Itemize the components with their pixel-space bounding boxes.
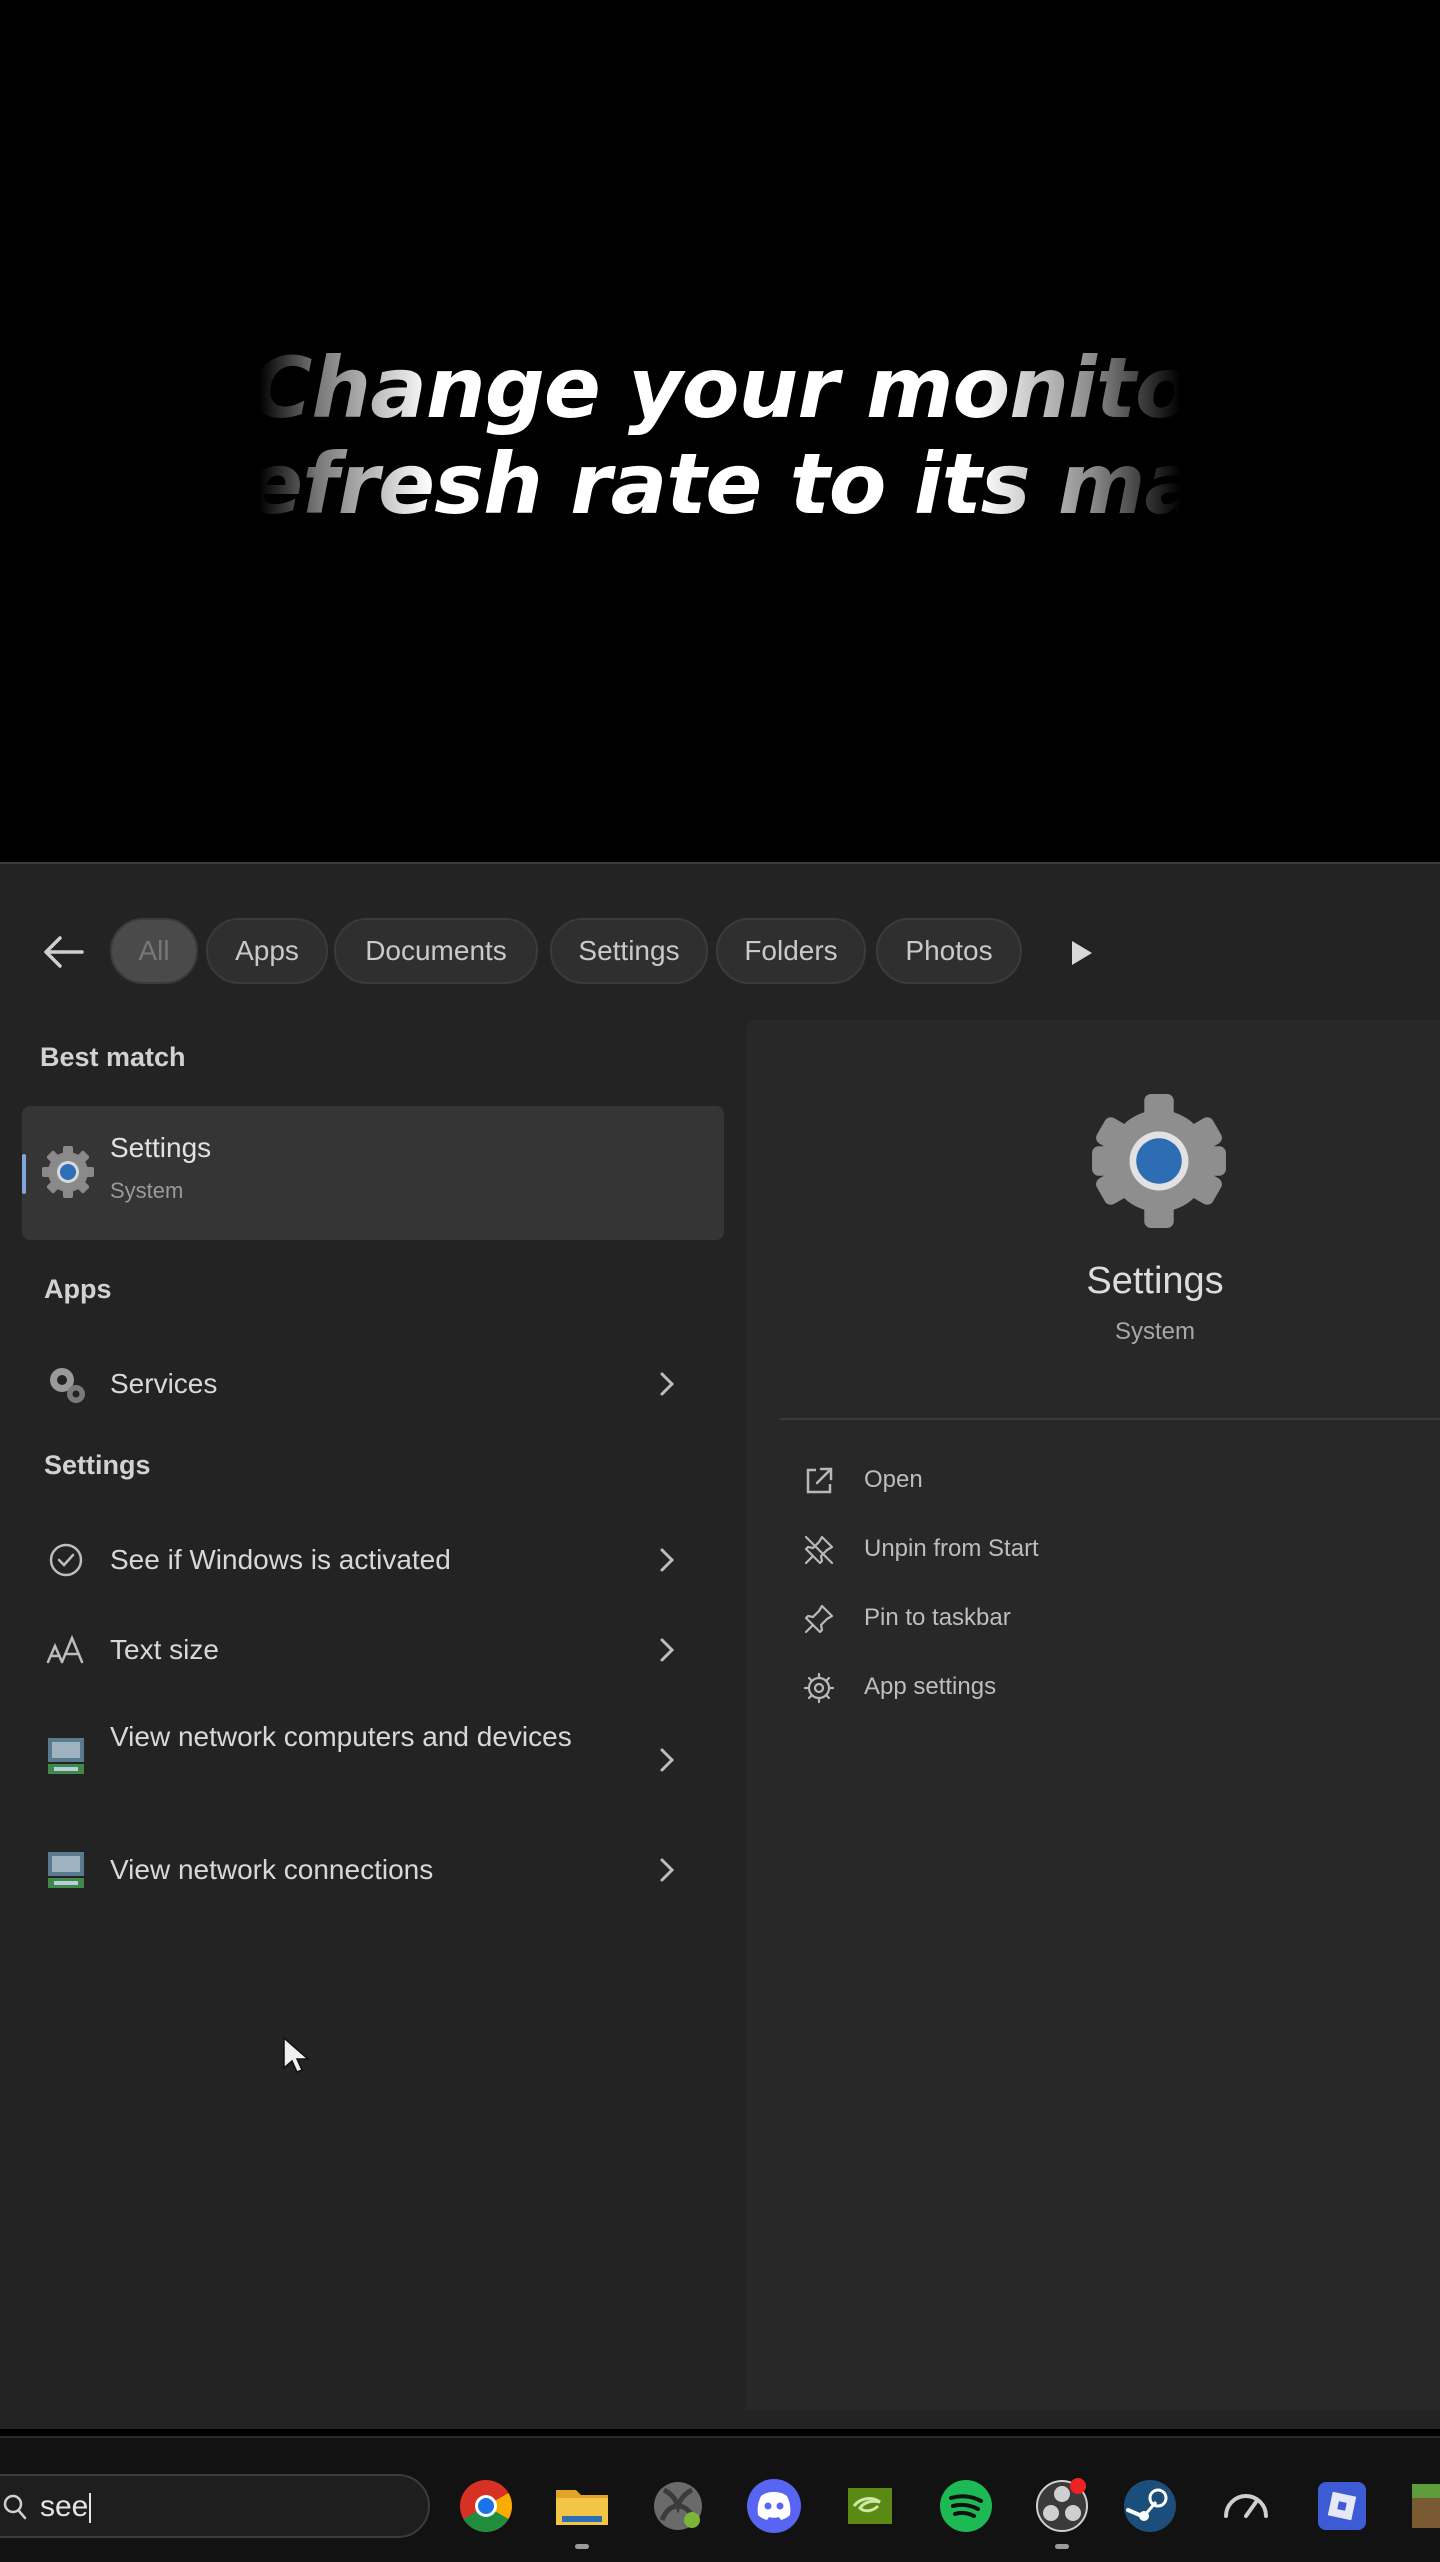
settings-item-label: View network computers and devices — [110, 1721, 572, 1752]
taskbar: see — [0, 2436, 1440, 2562]
settings-item-label: View network connections — [110, 1854, 434, 1885]
settings-item-text-size[interactable]: Text size — [22, 1618, 724, 1682]
filter-documents[interactable]: Documents — [334, 918, 538, 984]
steam-icon[interactable] — [1120, 2476, 1180, 2536]
app-item-label: Services — [110, 1368, 218, 1399]
settings-gear-icon — [42, 1146, 94, 1198]
action-pin-to-taskbar[interactable]: Pin to taskbar — [802, 1598, 1102, 1642]
text-size-icon — [46, 1634, 84, 1664]
settings-item-label: See if Windows is activated — [110, 1544, 451, 1575]
search-icon — [3, 2494, 27, 2520]
filter-bar: All Apps Documents Settings Folders Phot… — [0, 916, 1440, 988]
taskbar-search-input[interactable]: see — [0, 2474, 430, 2538]
running-indicator — [575, 2544, 589, 2549]
action-label: Unpin from Start — [864, 1535, 1039, 1562]
text-caret — [89, 2493, 92, 2524]
open-external-icon — [806, 1467, 833, 1494]
apps-heading: Apps — [44, 1274, 112, 1304]
chevron-right-icon — [660, 1372, 675, 1396]
action-app-settings[interactable]: App settings — [802, 1667, 1102, 1711]
preview-app-name: Settings — [1086, 1260, 1224, 1302]
minecraft-icon[interactable] — [1408, 2476, 1440, 2536]
roblox-icon[interactable] — [1312, 2476, 1372, 2536]
best-match-name: Settings — [110, 1132, 212, 1163]
action-open[interactable]: Open — [802, 1460, 1102, 1504]
xbox-icon[interactable] — [648, 2476, 708, 2536]
file-explorer-icon[interactable] — [552, 2476, 612, 2536]
speedometer-icon[interactable] — [1216, 2476, 1276, 2536]
best-match-heading: Best match — [40, 1042, 186, 1072]
gear-outline-icon — [803, 1672, 835, 1704]
search-text: see — [40, 2490, 92, 2524]
action-label: App settings — [864, 1673, 997, 1700]
app-item-services[interactable]: Services — [22, 1352, 724, 1416]
network-connections-icon — [48, 1852, 84, 1888]
nvidia-icon[interactable] — [840, 2476, 900, 2536]
settings-item-network-connections[interactable]: View network connections — [22, 1838, 724, 1902]
chrome-icon[interactable] — [456, 2476, 516, 2536]
settings-item-network-computers[interactable]: View network computers and devices — [22, 1710, 724, 1810]
action-unpin-from-start[interactable]: Unpin from Start — [802, 1529, 1102, 1573]
action-label: Open — [864, 1466, 923, 1493]
network-computers-icon — [48, 1738, 84, 1774]
filter-settings[interactable]: Settings — [550, 918, 708, 984]
back-arrow-icon[interactable] — [42, 934, 86, 970]
best-match-subtitle: System — [110, 1178, 184, 1203]
services-gear-icon — [50, 1368, 85, 1403]
preview-divider — [780, 1418, 1440, 1420]
check-circle-icon — [49, 1543, 83, 1577]
chevron-right-icon — [660, 1548, 675, 1572]
chevron-right-icon — [660, 1638, 675, 1662]
discord-icon[interactable] — [744, 2476, 804, 2536]
filter-all[interactable]: All — [110, 918, 198, 984]
settings-gear-icon — [1092, 1094, 1226, 1228]
best-match-item[interactable]: Settings System — [22, 1106, 724, 1240]
video-caption: 1. Change your monitor's Refresh rate to… — [0, 340, 1440, 532]
filter-folders[interactable]: Folders — [716, 918, 866, 984]
caption-line-1: 1. Change your monitor's — [134, 339, 1306, 437]
settings-item-windows-activated[interactable]: See if Windows is activated — [22, 1528, 724, 1592]
chevron-right-icon — [660, 1858, 675, 1882]
start-search-panel: All Apps Documents Settings Folders Phot… — [0, 862, 1440, 2429]
settings-heading: Settings — [44, 1450, 151, 1480]
action-label: Pin to taskbar — [864, 1604, 1011, 1631]
more-filters-arrow-icon[interactable] — [1068, 938, 1096, 968]
running-indicator — [1055, 2544, 1069, 2549]
settings-item-label: Text size — [110, 1634, 219, 1665]
preview-app-subtitle: System — [1114, 1318, 1195, 1345]
selection-indicator — [22, 1154, 26, 1194]
unpin-icon — [804, 1535, 834, 1565]
pin-icon — [804, 1604, 834, 1634]
filter-photos[interactable]: Photos — [876, 918, 1022, 984]
spotify-icon[interactable] — [936, 2476, 996, 2536]
preview-pane: Settings System Open Unpin from Start Pi… — [746, 1020, 1440, 2410]
obs-icon[interactable] — [1032, 2476, 1092, 2536]
chevron-right-icon — [660, 1748, 675, 1772]
filter-apps[interactable]: Apps — [206, 918, 328, 984]
caption-line-2: Refresh rate to its max — [186, 435, 1254, 533]
mouse-cursor-icon — [283, 2036, 310, 2073]
